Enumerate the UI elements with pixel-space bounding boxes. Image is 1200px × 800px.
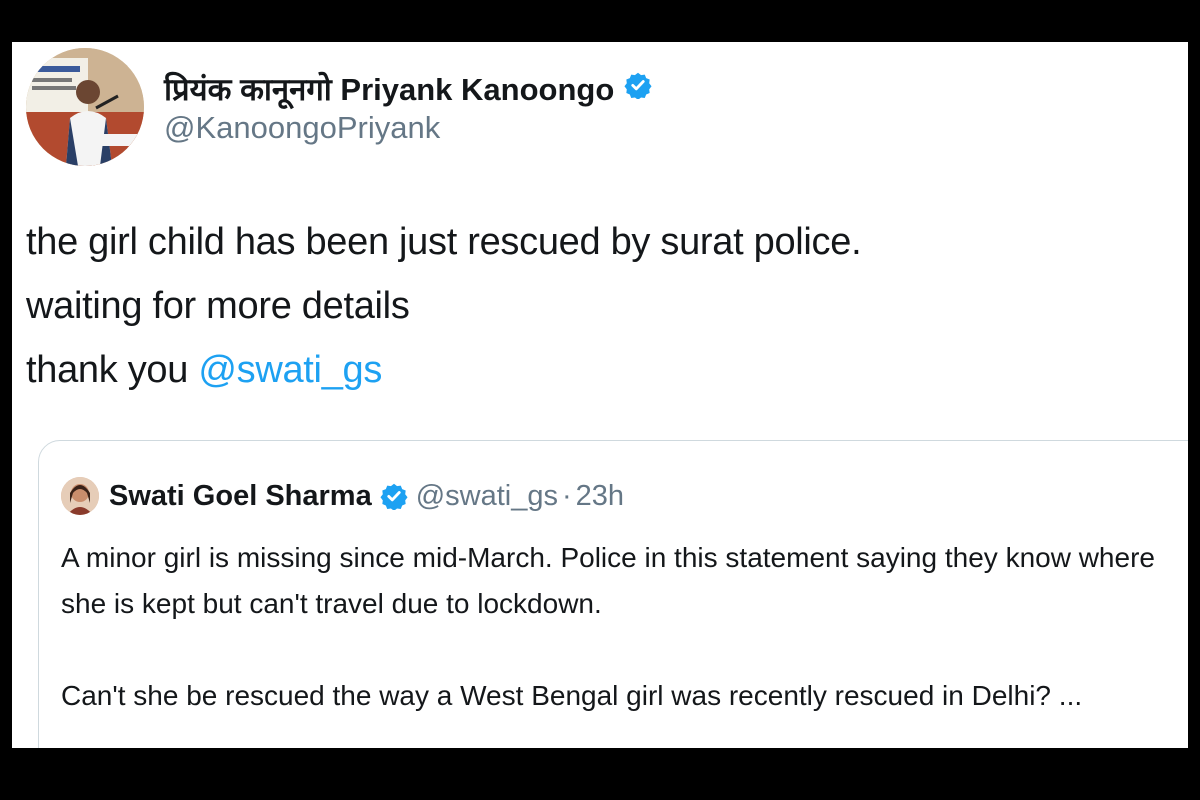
author-name-row[interactable]: प्रियंक कानूनगो Priyank Kanoongo (164, 68, 652, 110)
mention-link[interactable]: @swati_gs (198, 349, 382, 391)
quoted-tweet-text: A minor girl is missing since mid-March.… (61, 535, 1188, 719)
author-avatar[interactable] (26, 48, 144, 166)
author-avatar-image (26, 48, 144, 166)
quoted-author-handle[interactable]: @swati_gs (416, 480, 558, 513)
quoted-timestamp[interactable]: 23h (576, 480, 624, 513)
quoted-tweet-header: Swati Goel Sharma @swati_gs · 23h (61, 477, 624, 515)
author-handle[interactable]: @KanoongoPriyank (164, 110, 440, 146)
quoted-author-avatar-image (61, 477, 99, 515)
quoted-author-avatar[interactable] (61, 477, 99, 515)
quoted-paragraph: Can't she be rescued the way a West Beng… (61, 680, 1083, 711)
tweet-line: waiting for more details (26, 285, 410, 327)
quoted-tweet[interactable]: Swati Goel Sharma @swati_gs · 23h A mino… (38, 440, 1188, 748)
tweet-line: thank you @swati_gs (26, 338, 861, 402)
quoted-author-name[interactable]: Swati Goel Sharma (109, 480, 372, 513)
tweet-line-text: thank you (26, 349, 199, 391)
verified-badge-icon (624, 71, 652, 107)
tweet-line: the girl child has been just rescued by … (26, 221, 862, 263)
verified-badge-icon (380, 482, 408, 510)
tweet-text: the girl child has been just rescued by … (26, 210, 862, 402)
tweet-card: प्रियंक कानूनगो Priyank Kanoongo @Kanoon… (12, 42, 1188, 748)
author-name[interactable]: प्रियंक कानूनगो Priyank Kanoongo (164, 68, 614, 110)
separator-dot: · (561, 479, 572, 512)
quoted-paragraph: A minor girl is missing since mid-March.… (61, 542, 1155, 619)
